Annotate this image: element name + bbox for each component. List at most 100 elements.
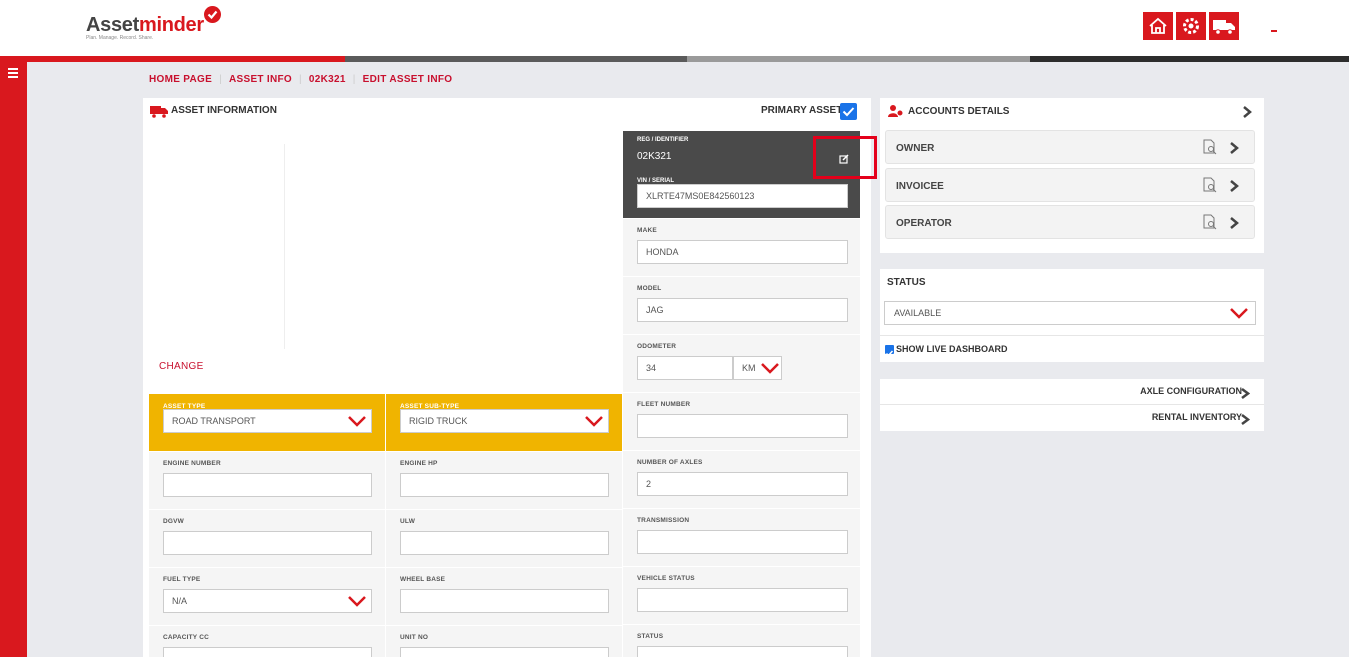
truck-icon[interactable] xyxy=(1209,12,1239,40)
chevron-right-icon[interactable] xyxy=(1229,141,1239,155)
settings-gear-icon[interactable] xyxy=(1176,12,1206,40)
breadcrumb-asset-id[interactable]: 02K321 xyxy=(309,74,346,85)
axle-configuration-link[interactable]: AXLE CONFIGURATION xyxy=(1140,386,1242,396)
asset-subtype-field: ASSET SUB-TYPE RIGID TRUCK xyxy=(386,394,622,451)
accounts-title: ACCOUNTS DETAILS xyxy=(908,106,1010,117)
make-label: MAKE xyxy=(637,227,657,234)
unit-no-label: UNIT NO xyxy=(400,634,429,641)
status-title: STATUS xyxy=(887,277,926,288)
axles-input[interactable]: 2 xyxy=(637,472,848,496)
logo-check-icon xyxy=(204,6,221,23)
document-search-icon[interactable] xyxy=(1202,214,1218,230)
show-live-dashboard-checkbox[interactable] xyxy=(885,345,894,357)
wheel-base-input[interactable] xyxy=(400,589,609,613)
user-account-icon xyxy=(888,104,904,123)
change-photo-link[interactable]: CHANGE xyxy=(159,361,204,372)
status-input[interactable] xyxy=(637,646,848,657)
document-search-icon[interactable] xyxy=(1202,139,1218,155)
vin-input[interactable]: XLRTE47MS0E842560123 xyxy=(637,184,848,208)
invoicee-label: INVOICEE xyxy=(896,181,944,192)
status-label: STATUS xyxy=(637,633,664,640)
asset-info-title: ASSET INFORMATION xyxy=(171,105,277,116)
unit-no-input[interactable] xyxy=(400,647,609,657)
fuel-type-label: FUEL TYPE xyxy=(163,576,201,583)
vehicle-status-field: VEHICLE STATUS xyxy=(623,566,860,624)
primary-asset-checkbox[interactable] xyxy=(840,103,857,120)
engine-number-input[interactable] xyxy=(163,473,372,497)
divider xyxy=(880,335,1264,336)
odometer-unit-select[interactable]: KM xyxy=(733,356,782,380)
engine-hp-input[interactable] xyxy=(400,473,609,497)
breadcrumb: HOME PAGE | ASSET INFO | 02K321 | EDIT A… xyxy=(149,74,453,85)
fleet-number-label: FLEET NUMBER xyxy=(637,401,691,408)
menu-hamburger-icon[interactable] xyxy=(8,68,18,80)
breadcrumb-asset-info[interactable]: ASSET INFO xyxy=(229,74,292,85)
capacity-field: CAPACITY CC xyxy=(149,625,385,657)
make-input[interactable]: HONDA xyxy=(637,240,848,264)
transmission-label: TRANSMISSION xyxy=(637,517,690,524)
account-row-operator[interactable]: OPERATOR xyxy=(885,205,1255,239)
logo-text: Assetminder xyxy=(86,14,204,36)
fuel-type-value: N/A xyxy=(172,596,188,606)
model-label: MODEL xyxy=(637,285,662,292)
model-input[interactable]: JAG xyxy=(637,298,848,322)
fuel-type-field: FUEL TYPE N/A xyxy=(149,567,385,625)
chevron-right-icon[interactable] xyxy=(1229,179,1239,193)
document-search-icon[interactable] xyxy=(1202,177,1218,193)
accounts-details-panel: ACCOUNTS DETAILS OWNER INVOICEE OPERATOR xyxy=(880,98,1264,253)
breadcrumb-home[interactable]: HOME PAGE xyxy=(149,74,212,85)
fuel-type-select[interactable]: N/A xyxy=(163,589,372,613)
extra-links-panel: AXLE CONFIGURATION RENTAL INVENTORY xyxy=(880,379,1264,431)
unit-no-field: UNIT NO xyxy=(386,625,622,657)
chevron-right-icon[interactable] xyxy=(1240,413,1250,426)
owner-label: OWNER xyxy=(896,143,935,154)
divider xyxy=(880,404,1264,405)
chevron-right-icon[interactable] xyxy=(1229,216,1239,230)
odometer-unit-value: KM xyxy=(742,363,756,373)
app-logo[interactable]: Assetminder Plan. Manage. Record. Share. xyxy=(86,6,221,41)
breadcrumb-edit-asset-info[interactable]: EDIT ASSET INFO xyxy=(363,74,453,85)
operator-label: OPERATOR xyxy=(896,218,952,229)
asset-information-panel: ASSET INFORMATION PRIMARY ASSET CHANGE R… xyxy=(143,98,871,657)
vehicle-status-label: VEHICLE STATUS xyxy=(637,575,695,582)
status-select[interactable]: AVAILABLE xyxy=(884,301,1256,325)
engine-number-label: ENGINE NUMBER xyxy=(163,460,221,467)
rental-inventory-link[interactable]: RENTAL INVENTORY xyxy=(1152,412,1242,422)
asset-info-header: ASSET INFORMATION PRIMARY ASSET xyxy=(143,98,871,124)
asset-subtype-select[interactable]: RIGID TRUCK xyxy=(400,409,609,433)
dgvw-field: DGVW xyxy=(149,509,385,567)
asset-subtype-value: RIGID TRUCK xyxy=(409,416,468,426)
engine-hp-field: ENGINE HP xyxy=(386,451,622,509)
show-live-dashboard-label[interactable]: SHOW LIVE DASHBOARD xyxy=(896,344,1008,354)
chevron-right-icon[interactable] xyxy=(1242,105,1252,119)
progress-stripe xyxy=(0,56,1349,62)
home-icon[interactable] xyxy=(1143,12,1173,40)
odometer-field: ODOMETER 34 KM xyxy=(623,334,860,392)
model-field: MODEL JAG xyxy=(623,276,860,334)
ulw-input[interactable] xyxy=(400,531,609,555)
primary-asset-label: PRIMARY ASSET xyxy=(761,105,843,116)
chevron-down-icon xyxy=(348,596,366,607)
asset-type-select[interactable]: ROAD TRANSPORT xyxy=(163,409,372,433)
wheel-base-field: WHEEL BASE xyxy=(386,567,622,625)
user-menu-caret-icon[interactable] xyxy=(1271,30,1277,32)
account-row-invoicee[interactable]: INVOICEE xyxy=(885,168,1255,202)
asset-type-field: ASSET TYPE ROAD TRANSPORT xyxy=(149,394,385,451)
odometer-input[interactable]: 34 xyxy=(637,356,733,380)
dgvw-input[interactable] xyxy=(163,531,372,555)
axles-label: NUMBER OF AXLES xyxy=(637,459,703,466)
capacity-label: CAPACITY CC xyxy=(163,634,210,641)
chevron-down-icon xyxy=(585,416,603,427)
asset-type-value: ROAD TRANSPORT xyxy=(172,416,256,426)
chevron-right-icon[interactable] xyxy=(1240,387,1250,400)
axles-field: NUMBER OF AXLES 2 xyxy=(623,450,860,508)
top-bar: Assetminder Plan. Manage. Record. Share. xyxy=(0,0,1349,56)
capacity-input[interactable] xyxy=(163,647,372,657)
fleet-number-input[interactable] xyxy=(637,414,848,438)
transmission-input[interactable] xyxy=(637,530,848,554)
account-row-owner[interactable]: OWNER xyxy=(885,130,1255,164)
ulw-label: ULW xyxy=(400,518,416,525)
engine-number-field: ENGINE NUMBER xyxy=(149,451,385,509)
vehicle-status-input[interactable] xyxy=(637,588,848,612)
transmission-field: TRANSMISSION xyxy=(623,508,860,566)
